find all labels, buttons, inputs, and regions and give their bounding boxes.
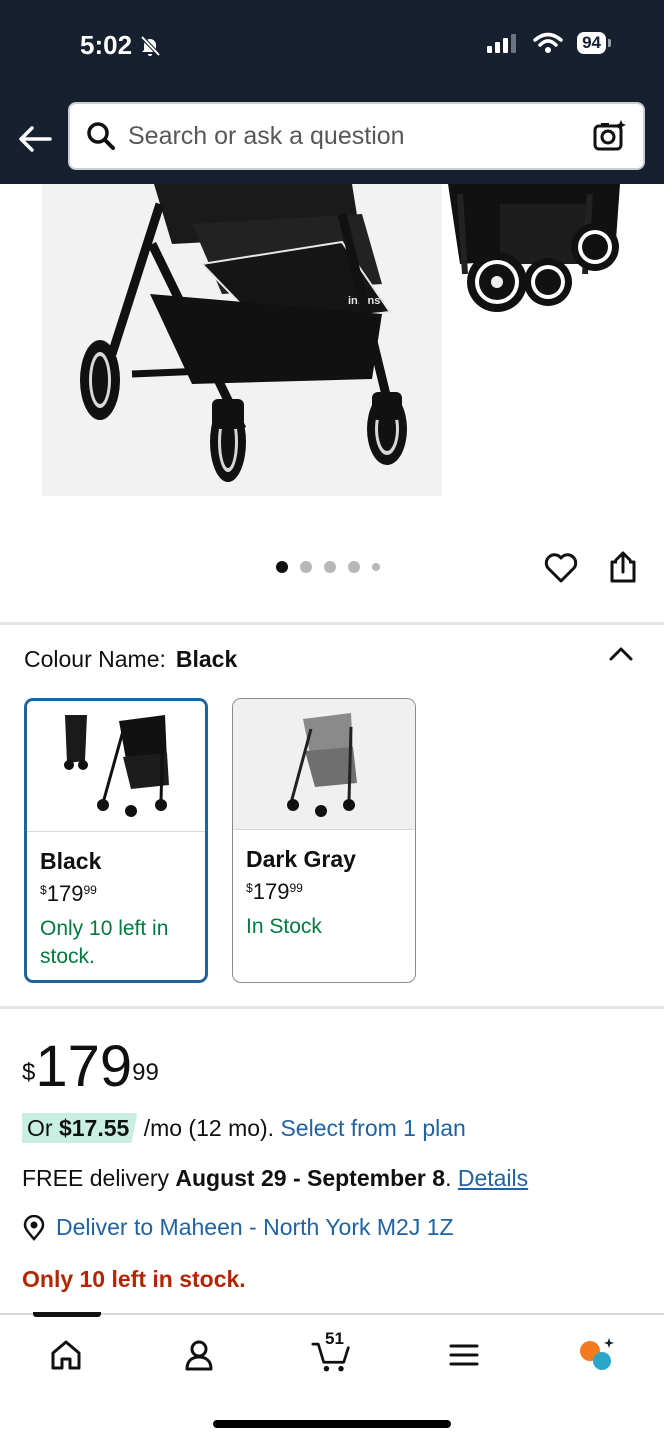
select-plan-link[interactable]: Select from 1 plan — [280, 1115, 465, 1141]
section-divider — [0, 1006, 664, 1009]
colour-option-stock: In Stock — [246, 915, 322, 938]
colour-option-name: Black — [40, 848, 102, 874]
delivery-details-link[interactable]: Details — [458, 1165, 528, 1191]
status-time: 5:02 — [80, 30, 162, 61]
financing-term: /mo (12 mo). — [137, 1115, 281, 1141]
colour-option-name: Dark Gray — [246, 846, 356, 872]
battery-indicator: 94 — [577, 32, 611, 54]
chevron-up-icon[interactable] — [606, 640, 636, 666]
pagination-dot[interactable] — [300, 561, 312, 573]
camera-search-icon[interactable] — [593, 119, 627, 153]
rufus-assistant-icon — [580, 1338, 614, 1370]
deliver-to-text[interactable]: Deliver to Maheen - North York M2J 1Z — [56, 1214, 454, 1241]
black-stroller-thumbnail — [64, 715, 169, 817]
nav-rufus-assistant[interactable] — [577, 1335, 617, 1375]
home-icon — [51, 1340, 81, 1370]
bottom-navigation: 51 — [0, 1312, 664, 1440]
pagination-dot[interactable] — [372, 563, 380, 571]
colour-option-black[interactable]: Black $17999 Only 10 left in stock. — [24, 698, 208, 983]
image-pagination-dots[interactable] — [276, 561, 380, 573]
delivery-row: FREE delivery August 29 - September 8. D… — [22, 1165, 529, 1191]
active-tab-indicator — [33, 1312, 101, 1317]
colour-option-image — [27, 701, 205, 832]
menu-icon — [449, 1344, 479, 1366]
colour-option-stock: Only 10 left in stock. — [40, 917, 169, 968]
deliver-to-link[interactable]: Deliver to Maheen - North York M2J 1Z — [22, 1214, 454, 1241]
cart-count-badge: 51 — [325, 1329, 344, 1348]
time-text: 5:02 — [80, 30, 133, 60]
price-whole: 179 — [35, 1034, 133, 1099]
person-icon — [185, 1340, 213, 1371]
low-stock-warning: Only 10 left in stock. — [22, 1266, 246, 1292]
colour-option-price: $17999 — [246, 879, 303, 904]
search-input[interactable] — [128, 121, 593, 151]
financing-row: Or $17.55 /mo (12 mo). Select from 1 pla… — [22, 1113, 466, 1143]
gray-stroller-thumbnail — [287, 713, 357, 817]
location-pin-icon — [23, 1214, 45, 1241]
back-button[interactable] — [16, 120, 54, 158]
search-bar[interactable] — [68, 102, 645, 170]
price-currency: $ — [22, 1059, 36, 1086]
signal-icon — [487, 34, 517, 53]
delivery-dates: August 29 - September 8 — [175, 1165, 446, 1191]
pagination-dot[interactable] — [348, 561, 360, 573]
wifi-icon — [533, 32, 563, 53]
colour-selected-value: Black — [175, 646, 238, 672]
mute-bell-icon — [140, 35, 161, 56]
price-cents: 99 — [132, 1059, 159, 1086]
stroller-folded-image — [448, 184, 620, 312]
pagination-dot-active[interactable] — [276, 561, 288, 573]
back-arrow-icon — [19, 126, 52, 152]
pagination-dot[interactable] — [324, 561, 336, 573]
product-image-gallery[interactable]: infans — [0, 184, 664, 624]
home-indicator-bar — [213, 1420, 451, 1428]
colour-name-label: Colour Name: — [24, 646, 166, 672]
heart-icon[interactable] — [544, 552, 578, 584]
colour-option-dark-gray[interactable]: Dark Gray $17999 In Stock — [232, 698, 416, 983]
search-icon — [87, 122, 115, 150]
nav-account[interactable] — [179, 1335, 219, 1375]
stroller-main-image: infans — [80, 184, 407, 482]
status-indicators: 94 — [487, 32, 611, 54]
nav-home[interactable] — [46, 1335, 86, 1375]
colour-option-image — [233, 699, 415, 830]
section-divider — [0, 622, 664, 625]
share-icon[interactable] — [607, 550, 639, 584]
colour-name-row: Colour Name: Black — [24, 646, 237, 673]
financing-amount-pill: Or $17.55 — [22, 1113, 138, 1143]
nav-menu[interactable] — [444, 1335, 484, 1375]
top-header: 5:02 94 — [0, 0, 664, 184]
colour-option-price: $17999 — [40, 881, 97, 906]
product-price: $17999 — [22, 1036, 159, 1098]
